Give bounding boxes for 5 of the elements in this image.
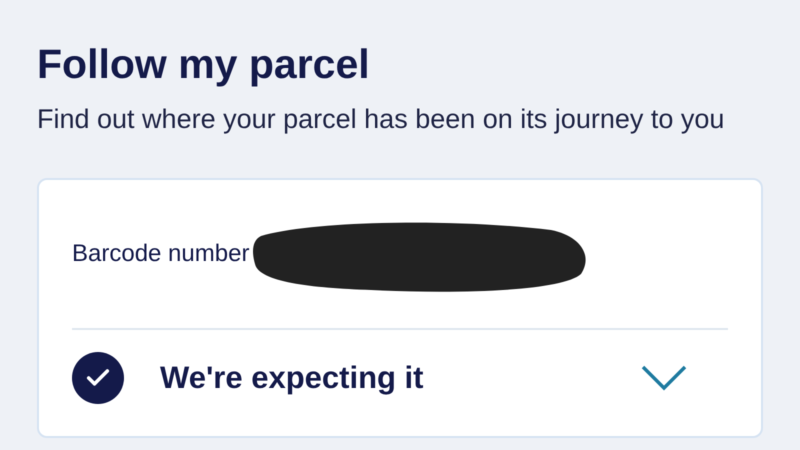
status-label: We're expecting it [160, 358, 424, 397]
barcode-label: Barcode number [72, 239, 250, 269]
page-subtitle: Find out where your parcel has been on its journey to you [37, 103, 726, 136]
chevron-icon[interactable] [640, 364, 688, 392]
page-title: Follow my parcel [37, 40, 371, 89]
